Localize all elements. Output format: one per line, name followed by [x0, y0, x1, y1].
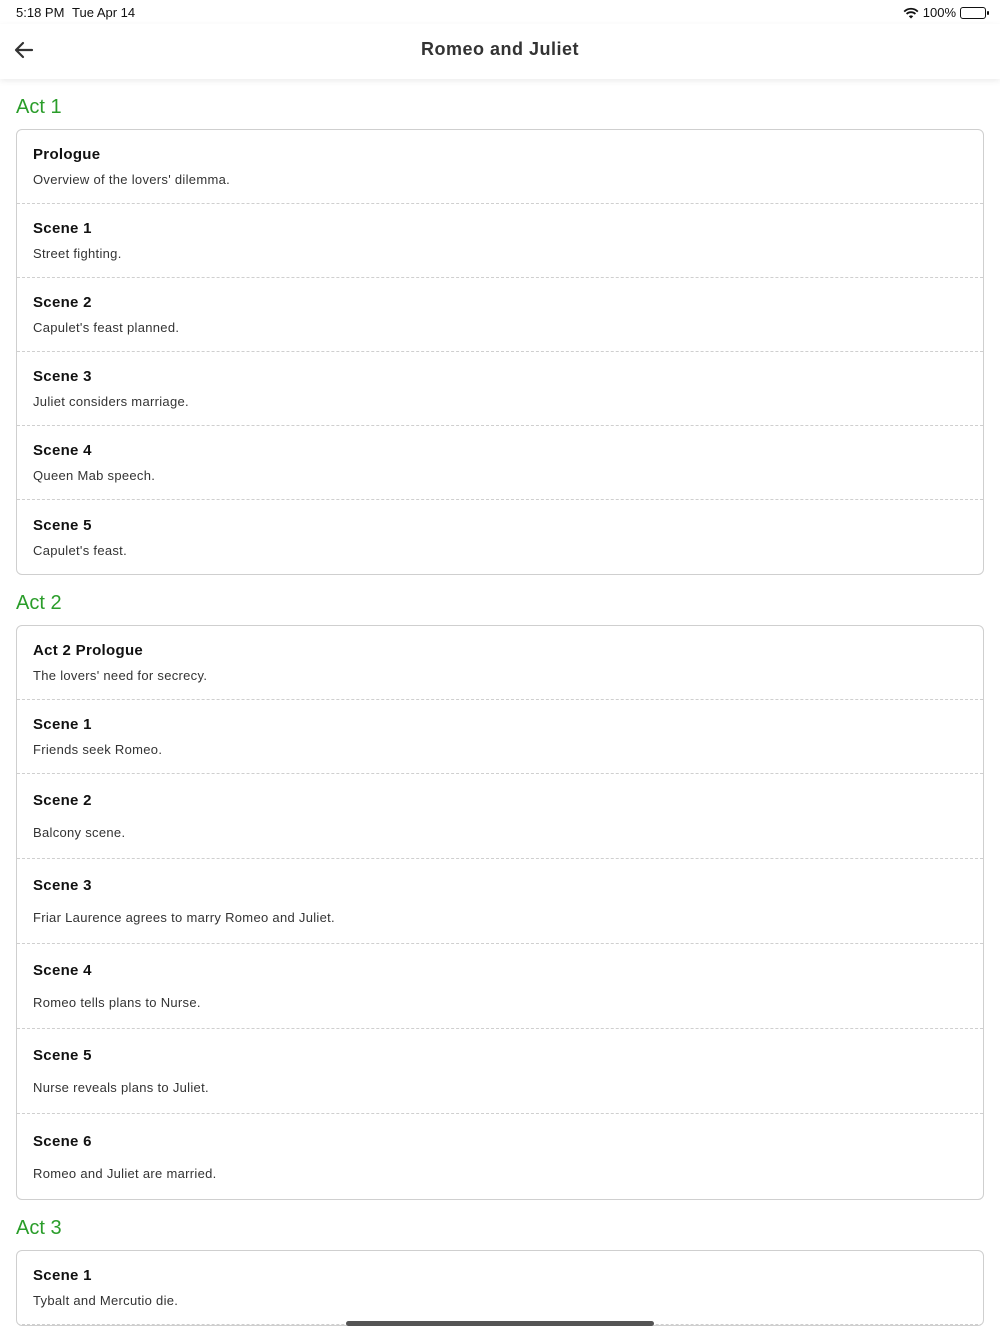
scene-title: Scene 5 [33, 1047, 92, 1064]
scene-description: Queen Mab speech. [33, 468, 156, 483]
scene-item[interactable]: Scene 2 Balcony scene. [17, 774, 983, 859]
scene-title: Prologue [33, 146, 101, 163]
scene-title: Scene 4 [33, 962, 92, 979]
act-heading: Act 3 [16, 1217, 62, 1239]
page-title: Romeo and Juliet [420, 39, 580, 59]
home-indicator[interactable] [346, 1321, 654, 1326]
scene-description: Capulet's feast. [33, 542, 127, 558]
act-heading: Act 2 [16, 592, 62, 614]
status-bar: 5:18 PM Tue Apr 14 100% [0, 0, 1000, 24]
scene-item[interactable]: Scene 4 Romeo tells plans to Nurse. [17, 944, 983, 1029]
scene-item[interactable]: Scene 1 Friends seek Romeo. [17, 700, 983, 774]
scene-item[interactable]: Scene 1 Street fighting. [17, 204, 983, 278]
act-section: Act 2 Act 2 Prologue The lovers' need fo… [16, 591, 984, 1200]
scene-description: Overview of the lovers' dilemma. [33, 172, 231, 187]
battery-percent: 100% [922, 5, 956, 20]
status-time: 5:18 PM [16, 5, 65, 20]
scene-description: Romeo tells plans to Nurse. [33, 995, 201, 1010]
act-heading: Act 1 [16, 96, 62, 118]
scene-description: Romeo and Juliet are married. [33, 1165, 217, 1181]
scene-title: Scene 4 [33, 442, 92, 459]
scene-title: Scene 6 [33, 1132, 92, 1150]
scene-description: Tybalt and Mercutio die. [33, 1293, 179, 1308]
scene-card: Prologue Overview of the lovers' dilemma… [16, 129, 984, 575]
scene-description: The lovers' need for secrecy. [33, 668, 208, 683]
scene-title: Scene 3 [33, 877, 92, 894]
scene-item[interactable]: Scene 6 Romeo and Juliet are married. [17, 1114, 983, 1199]
scene-title: Act 2 Prologue [33, 642, 144, 659]
scene-item[interactable]: Scene 1 Tybalt and Mercutio die. [17, 1251, 983, 1325]
scene-title: Scene 1 [33, 1267, 92, 1284]
scene-item[interactable]: Act 2 Prologue The lovers' need for secr… [17, 626, 983, 700]
scene-description: Nurse reveals plans to Juliet. [33, 1080, 209, 1095]
status-date: Tue Apr 14 [72, 5, 136, 20]
battery-icon [960, 6, 989, 19]
scene-description: Capulet's feast planned. [33, 320, 180, 335]
scene-item[interactable]: Scene 3 Friar Laurence agrees to marry R… [17, 859, 983, 944]
scene-title: Scene 1 [33, 716, 92, 733]
scene-item[interactable]: Scene 5 Capulet's feast. [17, 500, 983, 574]
scene-title: Scene 2 [33, 294, 92, 311]
scene-item[interactable]: Scene 2 Capulet's feast planned. [17, 278, 983, 352]
scene-item[interactable]: Scene 5 Nurse reveals plans to Juliet. [17, 1029, 983, 1114]
scene-item[interactable]: Prologue Overview of the lovers' dilemma… [17, 130, 983, 204]
act-section: Act 1 Prologue Overview of the lovers' d… [16, 95, 984, 575]
act-section: Act 3 Scene 1 Tybalt and Mercutio die. [16, 1216, 984, 1326]
scene-card: Act 2 Prologue The lovers' need for secr… [16, 625, 984, 1200]
scene-card: Scene 1 Tybalt and Mercutio die. [16, 1250, 984, 1326]
scene-item[interactable]: Scene 3 Juliet considers marriage. [17, 352, 983, 426]
scene-title: Scene 3 [33, 368, 92, 385]
scene-description: Balcony scene. [33, 825, 126, 840]
acts-list: Act 1 Prologue Overview of the lovers' d… [0, 79, 1000, 1334]
wifi-icon [903, 7, 919, 18]
status-indicators: 100% [903, 5, 989, 20]
navigation-bar: Romeo and Juliet [0, 24, 1000, 79]
scene-title: Scene 5 [33, 516, 92, 534]
scene-description: Friar Laurence agrees to marry Romeo and… [33, 910, 335, 925]
scene-description: Juliet considers marriage. [33, 394, 189, 409]
scene-description: Street fighting. [33, 246, 122, 261]
scene-title: Scene 1 [33, 220, 92, 237]
scene-item[interactable]: Scene 4 Queen Mab speech. [17, 426, 983, 500]
scene-description: Friends seek Romeo. [33, 742, 163, 757]
scene-title: Scene 2 [33, 792, 92, 809]
